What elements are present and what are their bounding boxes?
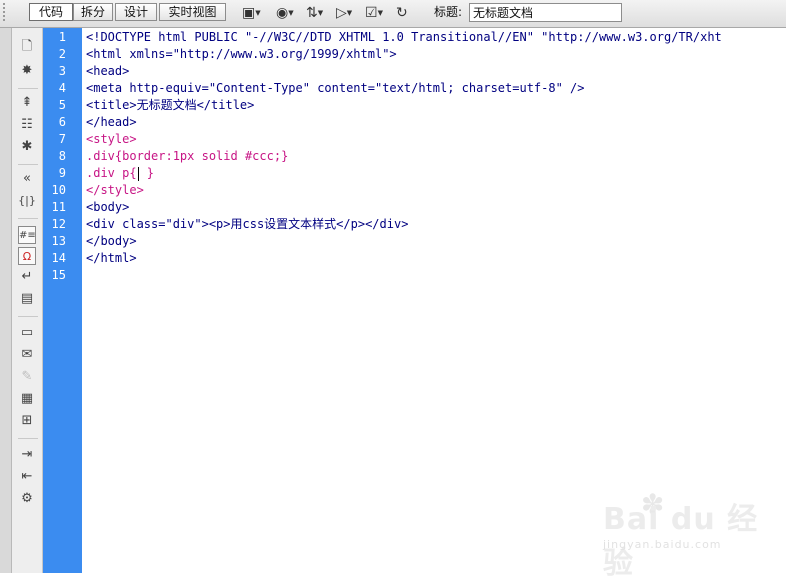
line-number: 15: [51, 268, 66, 282]
validate-icon[interactable]: ▷▼: [336, 4, 352, 22]
format-source-icon[interactable]: ⚙: [17, 490, 37, 508]
toolbar-divider: [18, 316, 38, 317]
code-line[interactable]: </head>: [86, 114, 137, 131]
refresh-icon[interactable]: ↻: [396, 4, 408, 22]
wrap-tag-icon: ✎: [21, 369, 33, 384]
panel-edge: [0, 28, 12, 573]
line-number: 13: [51, 234, 66, 248]
code-line[interactable]: </html>: [86, 250, 137, 267]
code-line[interactable]: <meta http-equiv="Content-Type" content=…: [86, 80, 585, 97]
line-number: 7: [58, 132, 66, 146]
outdent-code-icon[interactable]: ⇤: [17, 468, 37, 486]
line-number-gutter: 1 2 3 4 5 6 7 8 9 10 11 12 13 14 15: [43, 28, 82, 573]
code-line[interactable]: <body>: [86, 199, 129, 216]
line-number: 10: [51, 183, 66, 197]
toolbar-divider: [18, 218, 38, 219]
highlight-invalid-code-icon[interactable]: Ω: [18, 247, 36, 265]
coding-toolbar: 🗋 ✸ ⇞ ☷ ✱ « {|} #≡ Ω ↵ ▤ ▭ ✉ ✎ ▦ ⊞ ⇥ ⇤ ⚙: [12, 28, 43, 573]
line-number: 8: [58, 149, 66, 163]
code-line[interactable]: </style>: [86, 182, 144, 199]
code-line[interactable]: <title>无标题文档</title>: [86, 97, 254, 114]
toolbar-divider: [18, 88, 38, 89]
word-wrap-icon[interactable]: ↵: [17, 268, 37, 286]
line-numbers-icon[interactable]: #≡: [18, 226, 36, 244]
show-code-navigator-icon[interactable]: ✸: [17, 62, 37, 80]
watermark: ✽ Bai du 经验 jingyan.baidu.com: [603, 488, 773, 581]
code-line[interactable]: <style>: [86, 131, 137, 148]
line-number: 11: [51, 200, 66, 214]
line-number: 12: [51, 217, 66, 231]
check-browser-icon[interactable]: ☑▼: [365, 4, 383, 22]
line-number: 9: [58, 166, 66, 180]
code-line[interactable]: <div class="div"><p>用css设置文本样式</p></div>: [86, 216, 408, 233]
watermark-url: jingyan.baidu.com: [603, 538, 722, 551]
globe-preview-icon[interactable]: ◉▼: [276, 4, 294, 22]
document-toolbar: 代码 拆分 设计 实时视图 ▣▼ ◉▼ ⇅▼ ▷▼ ☑▼ ↻ 标题:: [0, 0, 786, 28]
toolbar-divider: [18, 164, 38, 165]
open-documents-icon[interactable]: 🗋: [17, 38, 37, 56]
code-line[interactable]: <html xmlns="http://www.w3.org/1999/xhtm…: [86, 46, 397, 63]
line-number: 6: [58, 115, 66, 129]
indent-code-icon[interactable]: ⇥: [17, 446, 37, 464]
balance-braces-icon[interactable]: {|}: [17, 192, 37, 210]
move-css-icon[interactable]: ⊞: [17, 412, 37, 430]
multiscreen-icon[interactable]: ▣▼: [242, 4, 261, 22]
code-line[interactable]: .div{border:1px solid #ccc;}: [86, 148, 288, 165]
collapse-full-tag-icon[interactable]: ⇞: [17, 94, 37, 112]
line-number: 5: [58, 98, 66, 112]
code-line[interactable]: .div p{ }: [86, 165, 154, 182]
title-label: 标题:: [434, 5, 463, 19]
toolbar-divider: [18, 438, 38, 439]
file-transfer-icon[interactable]: ⇅▼: [306, 4, 323, 22]
split-view-button[interactable]: 拆分: [73, 3, 113, 21]
recent-snippets-icon[interactable]: ▦: [17, 390, 37, 408]
line-number: 1: [58, 30, 66, 44]
line-number: 2: [58, 47, 66, 61]
select-parent-tag-icon[interactable]: «: [17, 170, 37, 188]
live-view-button[interactable]: 实时视图: [159, 3, 226, 21]
remove-comment-icon[interactable]: ✉: [17, 346, 37, 364]
line-number: 14: [51, 251, 66, 265]
design-view-button[interactable]: 设计: [115, 3, 157, 21]
document-title-input[interactable]: [469, 3, 622, 22]
expand-all-icon[interactable]: ✱: [17, 138, 37, 156]
collapse-selection-icon[interactable]: ☷: [17, 116, 37, 134]
toolbar-grip[interactable]: [3, 3, 15, 21]
line-number: 4: [58, 81, 66, 95]
text-cursor: [137, 166, 139, 181]
code-view-button[interactable]: 代码: [29, 3, 73, 21]
code-line[interactable]: <head>: [86, 63, 129, 80]
apply-comment-icon[interactable]: ▭: [17, 324, 37, 342]
code-line[interactable]: </body>: [86, 233, 137, 250]
syntax-error-icon[interactable]: ▤: [17, 290, 37, 308]
code-line[interactable]: <!DOCTYPE html PUBLIC "-//W3C//DTD XHTML…: [86, 29, 722, 46]
line-number: 3: [58, 64, 66, 78]
